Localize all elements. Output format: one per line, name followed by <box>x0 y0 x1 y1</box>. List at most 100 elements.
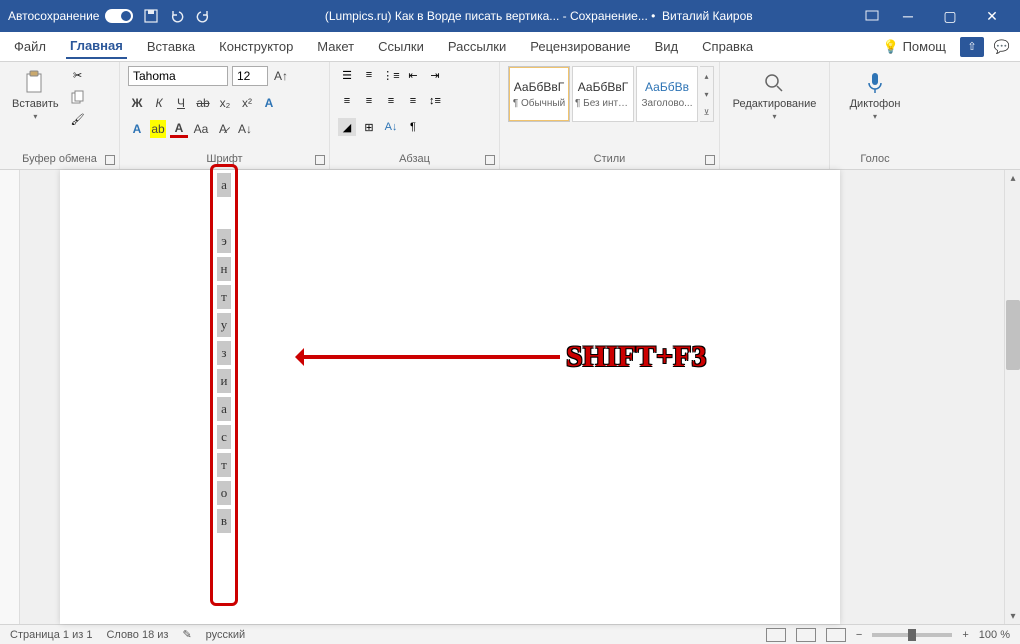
decrease-indent-icon[interactable]: ⇤ <box>404 66 422 84</box>
toggle-switch-icon <box>105 9 133 23</box>
spellcheck-icon[interactable]: ✎ <box>182 628 191 641</box>
char[interactable]: в <box>217 509 231 533</box>
font-color-icon[interactable]: A <box>128 120 146 138</box>
clear-format-icon[interactable]: A̷ <box>214 120 232 138</box>
undo-icon[interactable] <box>169 8 185 24</box>
char[interactable]: н <box>217 257 231 281</box>
save-icon[interactable] <box>143 8 159 24</box>
shading-icon[interactable]: ◢ <box>338 118 356 136</box>
char[interactable]: и <box>217 369 231 393</box>
maximize-button[interactable]: ▢ <box>930 0 970 32</box>
word-count[interactable]: Слово 18 из <box>106 629 168 641</box>
zoom-level[interactable]: 100 % <box>979 629 1010 641</box>
tab-mailings[interactable]: Рассылки <box>444 35 510 58</box>
redo-icon[interactable] <box>195 8 211 24</box>
gallery-down-icon[interactable]: ▾ <box>700 85 713 103</box>
scroll-up-icon[interactable]: ▴ <box>1005 170 1020 186</box>
tab-design[interactable]: Конструктор <box>215 35 297 58</box>
char[interactable]: с <box>217 425 231 449</box>
styles-dialog-launcher[interactable] <box>705 155 715 165</box>
font-color2-icon[interactable]: A <box>170 120 188 138</box>
sort-icon[interactable]: A↓ <box>382 118 400 136</box>
paragraph-dialog-launcher[interactable] <box>485 155 495 165</box>
copy-icon[interactable] <box>69 88 87 106</box>
char[interactable]: а <box>217 173 231 197</box>
page-indicator[interactable]: Страница 1 из 1 <box>10 629 92 641</box>
shrink-font-icon[interactable]: A↓ <box>236 120 254 138</box>
line-spacing-icon[interactable]: ↕≡ <box>426 92 444 110</box>
char[interactable]: о <box>217 481 231 505</box>
autosave-toggle[interactable]: Автосохранение <box>8 9 133 23</box>
align-center-icon[interactable]: ≡ <box>360 92 378 110</box>
vertical-text-highlight: а э н т у з и а с т о в <box>210 164 238 606</box>
clipboard-dialog-launcher[interactable] <box>105 155 115 165</box>
tab-home[interactable]: Главная <box>66 34 127 59</box>
paste-button[interactable]: Вставить ▾ <box>8 66 63 125</box>
scroll-down-icon[interactable]: ▾ <box>1005 608 1020 624</box>
char[interactable]: з <box>217 341 231 365</box>
grow-font-icon[interactable]: A↑ <box>272 67 290 85</box>
highlight-icon[interactable]: ab <box>150 120 166 138</box>
find-button[interactable]: Редактирование ▾ <box>729 66 821 125</box>
char[interactable] <box>217 201 231 225</box>
zoom-in-icon[interactable]: + <box>962 629 968 641</box>
borders-icon[interactable]: ⊞ <box>360 118 378 136</box>
vertical-scrollbar[interactable]: ▴ ▾ <box>1004 170 1020 624</box>
char[interactable]: э <box>217 229 231 253</box>
gallery-up-icon[interactable]: ▴ <box>700 67 713 85</box>
text-effects-icon[interactable]: A <box>260 94 278 112</box>
format-painter-icon[interactable]: 🖌 <box>69 110 87 128</box>
style-heading1[interactable]: АаБбВв Заголово... <box>636 66 698 122</box>
dictate-button[interactable]: Диктофон ▾ <box>846 66 905 125</box>
view-read-icon[interactable] <box>766 628 786 642</box>
scrollbar-thumb[interactable] <box>1006 300 1020 370</box>
close-button[interactable]: ✕ <box>972 0 1012 32</box>
style-no-spacing[interactable]: АаБбВвГ ¶ Без инте... <box>572 66 634 122</box>
align-right-icon[interactable]: ≡ <box>382 92 400 110</box>
document-page[interactable]: а э н т у з и а с т о в SHIFT+F3 <box>60 170 840 624</box>
share-button[interactable]: ⇧ <box>960 37 984 57</box>
tab-view[interactable]: Вид <box>651 35 683 58</box>
tab-references[interactable]: Ссылки <box>374 35 428 58</box>
tab-insert[interactable]: Вставка <box>143 35 199 58</box>
justify-icon[interactable]: ≡ <box>404 92 422 110</box>
minimize-button[interactable]: ─ <box>888 0 928 32</box>
cut-icon[interactable]: ✂ <box>69 66 87 84</box>
group-paragraph: ☰ ≡ ⋮≡ ⇤ ⇥ ≡ ≡ ≡ ≡ ↕≡ ◢ ⊞ A↓ ¶ Абзац <box>330 62 500 169</box>
view-print-icon[interactable] <box>796 628 816 642</box>
gallery-more-icon[interactable]: ⊻ <box>700 103 713 121</box>
font-name-combo[interactable]: Tahoma <box>128 66 228 86</box>
tab-review[interactable]: Рецензирование <box>526 35 634 58</box>
multilevel-icon[interactable]: ⋮≡ <box>382 66 400 84</box>
font-size-combo[interactable]: 12 <box>232 66 268 86</box>
change-case-icon[interactable]: Aa <box>192 120 210 138</box>
bold-button[interactable]: Ж <box>128 94 146 112</box>
char[interactable]: а <box>217 397 231 421</box>
tab-help[interactable]: Справка <box>698 35 757 58</box>
ribbon-display-icon[interactable] <box>864 8 880 24</box>
font-dialog-launcher[interactable] <box>315 155 325 165</box>
style-normal[interactable]: АаБбВвГ ¶ Обычный <box>508 66 570 122</box>
italic-button[interactable]: К <box>150 94 168 112</box>
increase-indent-icon[interactable]: ⇥ <box>426 66 444 84</box>
tab-layout[interactable]: Макет <box>313 35 358 58</box>
char[interactable]: т <box>217 453 231 477</box>
tab-file[interactable]: Файл <box>10 35 50 58</box>
numbering-icon[interactable]: ≡ <box>360 66 378 84</box>
bullets-icon[interactable]: ☰ <box>338 66 356 84</box>
tab-assist[interactable]: 💡 Помощ <box>879 35 950 59</box>
superscript-button[interactable]: x² <box>238 94 256 112</box>
char[interactable]: т <box>217 285 231 309</box>
comments-icon[interactable]: 💬 <box>994 39 1010 55</box>
zoom-slider[interactable] <box>872 633 952 637</box>
underline-button[interactable]: Ч <box>172 94 190 112</box>
view-web-icon[interactable] <box>826 628 846 642</box>
show-marks-icon[interactable]: ¶ <box>404 118 422 136</box>
zoom-out-icon[interactable]: − <box>856 629 862 641</box>
subscript-button[interactable]: x₂ <box>216 94 234 112</box>
char[interactable]: у <box>217 313 231 337</box>
strike-button[interactable]: ab <box>194 94 212 112</box>
align-left-icon[interactable]: ≡ <box>338 92 356 110</box>
vertical-ruler[interactable] <box>0 170 20 624</box>
language-indicator[interactable]: русский <box>206 629 245 641</box>
